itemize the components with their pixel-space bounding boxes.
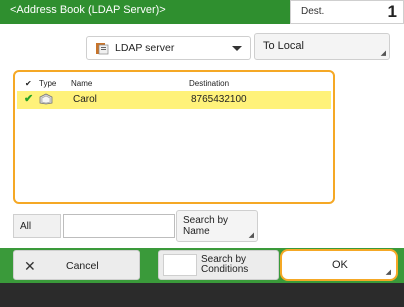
dest-count: 1 — [387, 2, 397, 21]
corner-indicator-icon: ◢ — [248, 232, 254, 239]
column-header-type: Type — [39, 79, 57, 88]
column-header-check: ✔ — [25, 79, 32, 88]
search-by-name-button[interactable]: Search by Name ◢ — [176, 210, 258, 242]
row-name: Carol — [73, 94, 97, 105]
corner-indicator-icon: ◢ — [380, 50, 386, 57]
list-row[interactable]: ✔ Carol 8765432100 — [17, 91, 331, 109]
row-destination: 8765432100 — [191, 94, 247, 105]
cancel-label: Cancel — [66, 260, 99, 272]
page-title: <Address Book (LDAP Server)> — [10, 4, 166, 16]
ok-button[interactable]: OK ◢ — [280, 249, 398, 281]
destination-counter: Dest. 1 — [290, 0, 404, 24]
column-header-name: Name — [71, 79, 93, 88]
search-by-name-label: Search by Name — [183, 215, 229, 237]
search-input[interactable] — [63, 214, 175, 238]
address-list[interactable]: ✔ Type Name Destination ✔ Carol 87654321… — [13, 70, 335, 204]
search-conditions-icon — [163, 254, 197, 276]
group-icon — [39, 93, 53, 105]
chevron-down-icon — [232, 46, 242, 51]
bottom-status-strip — [0, 283, 404, 307]
checkmark-icon: ✔ — [24, 93, 34, 105]
corner-indicator-icon: ◢ — [385, 269, 391, 276]
address-book-icon — [96, 43, 109, 55]
all-label: All — [20, 221, 32, 232]
all-button[interactable]: All — [13, 214, 61, 238]
cancel-button[interactable]: ✕ Cancel — [13, 250, 140, 280]
to-local-label: To Local — [263, 40, 304, 52]
address-book-source-select[interactable]: LDAP server — [86, 36, 251, 60]
column-header-destination: Destination — [189, 79, 230, 88]
ok-label: OK — [332, 259, 348, 271]
dest-label: Dest. — [301, 6, 325, 17]
search-by-conditions-label: Search by Conditions — [201, 254, 249, 275]
close-icon: ✕ — [24, 258, 36, 274]
search-by-conditions-button[interactable]: Search by Conditions — [158, 250, 279, 280]
source-select-value: LDAP server — [115, 42, 175, 54]
footer-bar: ✕ Cancel Search by Conditions OK ◢ — [0, 248, 404, 283]
to-local-button[interactable]: To Local ◢ — [254, 33, 390, 60]
